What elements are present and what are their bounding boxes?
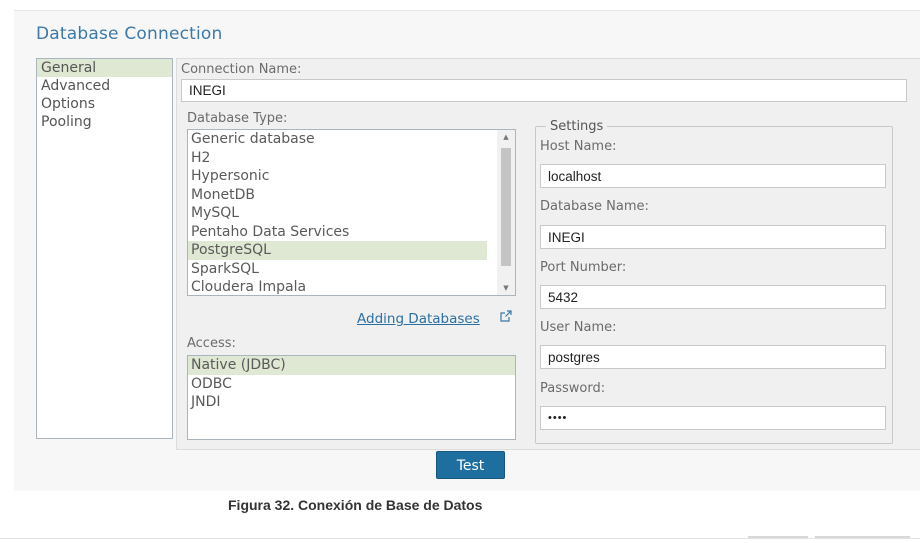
db-type-scrollbar[interactable]: ▲ ▼ [497,130,515,295]
settings-legend: Settings [546,119,608,134]
host-name-label: Host Name: [540,139,617,154]
database-name-input[interactable]: INEGI [540,225,886,249]
database-type-label: Database Type: [187,111,288,126]
port-number-label: Port Number: [540,260,627,275]
figure-caption: Figura 32. Conexión de Base de Datos [228,497,483,513]
dialog-title: Database Connection [36,24,223,44]
db-type-item-selected[interactable]: PostgreSQL [188,241,487,260]
scroll-thumb[interactable] [501,148,511,266]
host-name-input[interactable]: localhost [540,164,886,188]
access-list[interactable]: Native (JDBC) ODBC JNDI [187,355,516,440]
db-type-item[interactable]: SparkSQL [188,260,515,279]
database-connection-dialog: Database Connection General Advanced Opt… [14,10,920,491]
section-nav: General Advanced Options Pooling [36,58,173,439]
db-type-item[interactable]: MonetDB [188,186,515,205]
bottom-divider [0,538,920,539]
db-type-item[interactable]: H2 [188,149,515,168]
bottom-tab-edge [748,536,808,538]
port-number-input[interactable]: 5432 [540,285,886,309]
adding-databases-link[interactable]: Adding Databases [357,311,480,327]
nav-item-general[interactable]: General [37,59,172,77]
database-name-label: Database Name: [540,199,649,214]
access-label: Access: [187,336,236,351]
connection-name-label: Connection Name: [181,62,302,77]
password-input[interactable]: •••• [540,406,886,430]
nav-item-options[interactable]: Options [37,95,172,113]
db-type-item[interactable]: Pentaho Data Services [188,223,515,242]
db-type-item[interactable]: Cloudera Impala [188,278,515,295]
db-type-item[interactable]: Hypersonic [188,167,515,186]
db-type-item[interactable]: MySQL [188,204,515,223]
scroll-up-icon[interactable]: ▲ [497,130,515,144]
scroll-down-icon[interactable]: ▼ [497,281,515,295]
external-link-icon[interactable] [500,310,512,322]
access-item[interactable]: ODBC [188,375,515,394]
nav-item-pooling[interactable]: Pooling [37,113,172,131]
test-button[interactable]: Test [436,451,505,479]
db-type-item[interactable]: Generic database [188,130,515,149]
access-item-selected[interactable]: Native (JDBC) [188,356,515,375]
password-label: Password: [540,381,606,396]
access-item[interactable]: JNDI [188,393,515,412]
general-panel: Connection Name: INEGI Database Type: Ge… [176,58,920,450]
connection-name-input[interactable]: INEGI [181,79,907,102]
bottom-tab-edge [815,536,910,538]
user-name-input[interactable]: postgres [540,345,886,369]
nav-item-advanced[interactable]: Advanced [37,77,172,95]
database-type-list[interactable]: Generic database H2 Hypersonic MonetDB M… [187,129,516,296]
user-name-label: User Name: [540,320,617,335]
